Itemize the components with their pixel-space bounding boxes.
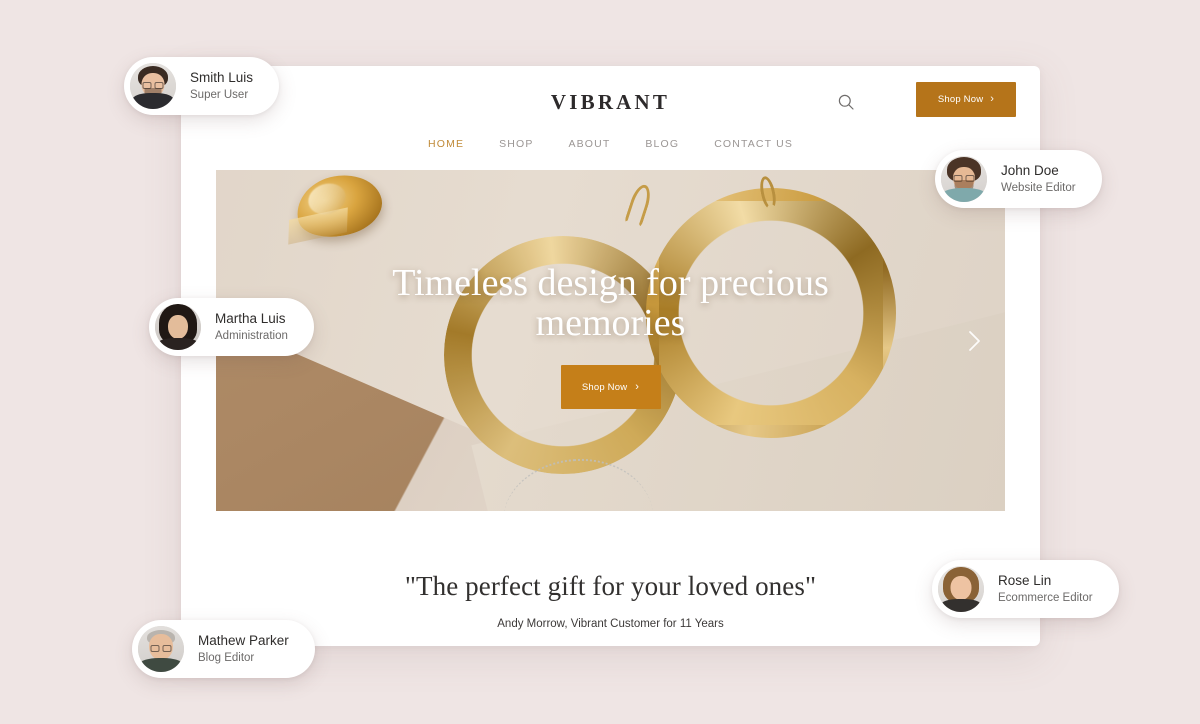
website-preview-card: VIBRANT Shop Now › HOME SHOP ABOUT BLOG … [181, 66, 1040, 646]
nav-item-blog[interactable]: BLOG [645, 138, 679, 150]
nav-item-about[interactable]: ABOUT [568, 138, 610, 150]
person-name: Smith Luis [190, 69, 254, 85]
person-pill-mathew-parker[interactable]: Mathew Parker Blog Editor [132, 620, 315, 678]
testimonial-quote: "The perfect gift for your loved ones" [404, 571, 817, 601]
nav-item-shop[interactable]: SHOP [499, 138, 533, 150]
person-pill-rose-lin[interactable]: Rose Lin Ecommerce Editor [932, 560, 1119, 618]
person-text: Martha Luis Administration [215, 311, 288, 343]
person-pill-john-doe[interactable]: John Doe Website Editor [935, 150, 1102, 208]
hero-title: Timeless design for precious memories [392, 261, 829, 344]
search-icon[interactable] [837, 93, 855, 111]
person-role: Blog Editor [198, 651, 255, 664]
person-pill-smith-luis[interactable]: Smith Luis Super User [124, 57, 280, 115]
person-name: Rose Lin [998, 572, 1052, 588]
avatar-mathew-parker [138, 626, 184, 672]
person-role: Ecommerce Editor [998, 591, 1093, 604]
nav-item-home[interactable]: HOME [428, 138, 464, 150]
person-pill-martha-luis[interactable]: Martha Luis Administration [149, 298, 314, 356]
carousel-next-arrow[interactable] [961, 328, 987, 354]
person-role: Super User [190, 88, 249, 101]
person-text: Mathew Parker Blog Editor [198, 633, 289, 665]
person-text: Smith Luis Super User [190, 70, 253, 102]
person-name: Mathew Parker [198, 632, 289, 648]
avatar-smith-luis [130, 63, 176, 109]
brand-logo: VIBRANT [550, 90, 671, 114]
person-text: Rose Lin Ecommerce Editor [998, 573, 1093, 605]
nav-item-contact-us[interactable]: CONTACT US [714, 138, 793, 150]
person-text: John Doe Website Editor [1001, 163, 1076, 195]
chevron-right-icon: › [635, 380, 640, 393]
person-role: Administration [215, 329, 288, 342]
hero-shop-now-button[interactable]: Shop Now › [560, 365, 661, 410]
person-name: Martha Luis [215, 310, 286, 326]
testimonial-section: "The perfect gift for your loved ones" A… [181, 571, 1040, 630]
hero-shop-now-label: Shop Now [581, 381, 628, 393]
avatar-rose-lin [938, 566, 984, 612]
person-role: Website Editor [1001, 181, 1076, 194]
site-header: VIBRANT Shop Now › [181, 66, 1040, 135]
testimonial-author: Andy Morrow, Vibrant Customer for 11 Yea… [497, 618, 724, 630]
hero-content: Timeless design for precious memories Sh… [216, 170, 1005, 511]
shop-now-header-label: Shop Now [937, 94, 984, 105]
avatar-martha-luis [155, 304, 201, 350]
hero-banner: Timeless design for precious memories Sh… [216, 170, 1005, 511]
avatar-john-doe [941, 156, 987, 202]
site-nav: HOME SHOP ABOUT BLOG CONTACT US [181, 135, 1040, 150]
chevron-right-icon: › [990, 93, 995, 105]
person-name: John Doe [1001, 162, 1059, 178]
shop-now-header-button[interactable]: Shop Now › [916, 82, 1016, 117]
